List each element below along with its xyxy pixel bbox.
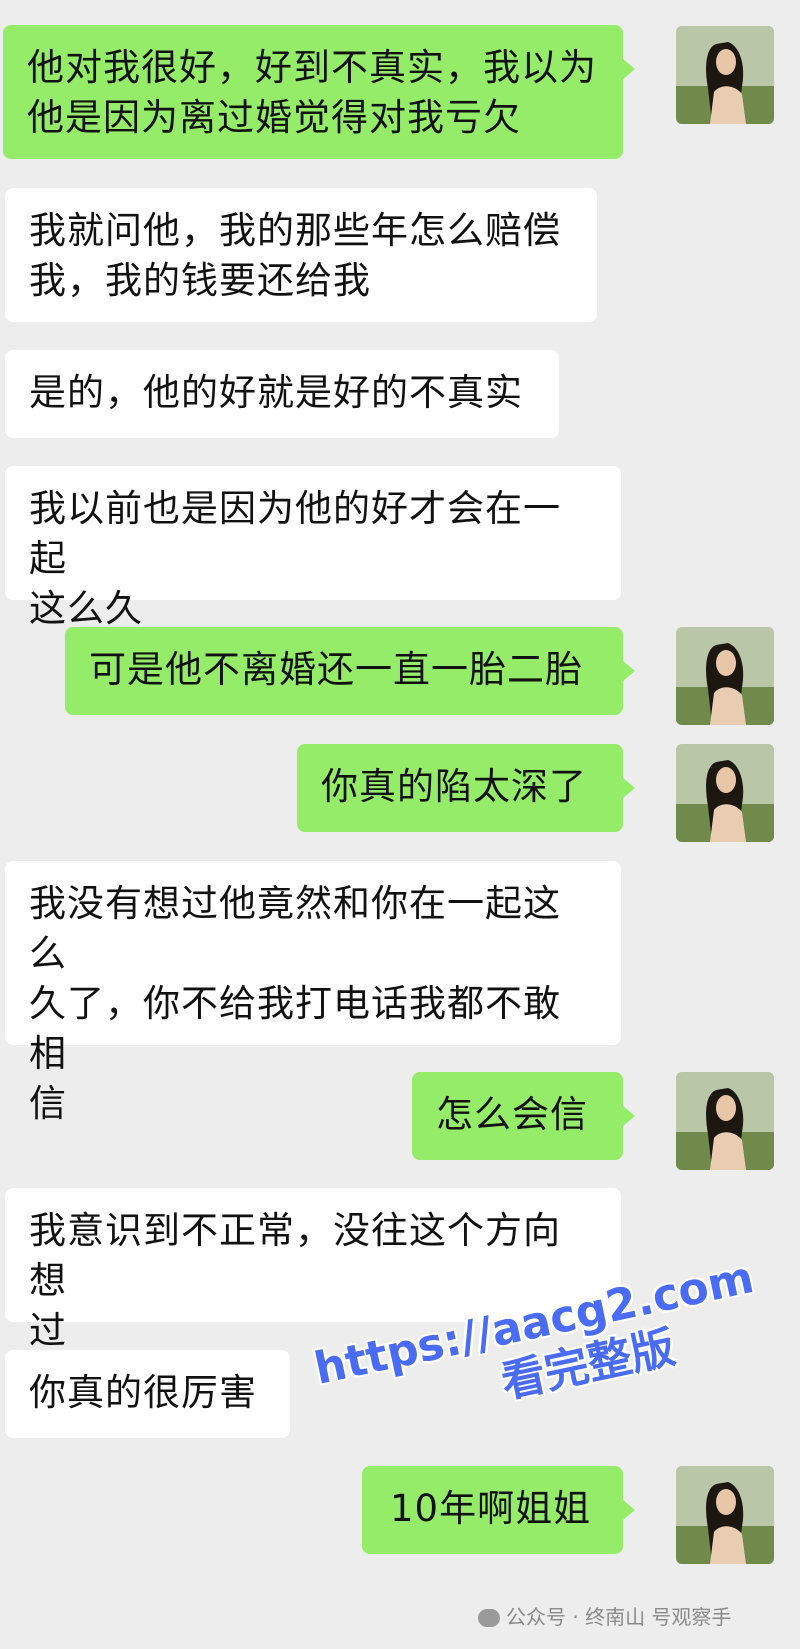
user-avatar[interactable] (676, 627, 774, 725)
user-avatar[interactable] (676, 1466, 774, 1564)
message-bubble-outgoing[interactable]: 10年啊姐姐 (362, 1466, 635, 1554)
wechat-icon (478, 1609, 500, 1627)
user-avatar[interactable] (676, 744, 774, 842)
avatar-portrait-icon (676, 1072, 774, 1170)
message-bubble-incoming[interactable]: 你真的很厉害 (5, 1350, 290, 1438)
message-bubble-incoming[interactable]: 我没有想过他竟然和你在一起这么 久了，你不给我打电话我都不敢相 信 (5, 861, 621, 1125)
message-bubble-outgoing[interactable]: 怎么会信 (412, 1072, 635, 1160)
user-avatar[interactable] (676, 1072, 774, 1170)
avatar-portrait-icon (676, 1466, 774, 1564)
message-bubble-outgoing[interactable]: 可是他不离婚还一直一胎二胎 (65, 627, 635, 715)
message-bubble-incoming[interactable]: 我就问他，我的那些年怎么赔偿 我，我的钱要还给我 (5, 188, 597, 322)
avatar-portrait-icon (676, 627, 774, 725)
message-bubble-incoming[interactable]: 我以前也是因为他的好才会在一起 这么久 (5, 466, 621, 630)
message-bubble-incoming[interactable]: 我意识到不正常，没往这个方向想 过 (5, 1188, 621, 1352)
message-bubble-incoming[interactable]: 是的，他的好就是好的不真实 (5, 350, 559, 438)
message-bubble-outgoing[interactable]: 他对我很好，好到不真实，我以为 他是因为离过婚觉得对我亏欠 (3, 25, 635, 159)
avatar-portrait-icon (676, 26, 774, 124)
footer-credit-text: 公众号 · 终南山 号观察手 (506, 1605, 732, 1629)
avatar-portrait-icon (676, 744, 774, 842)
user-avatar[interactable] (676, 26, 774, 124)
footer-credit: 公众号 · 终南山 号观察手 (478, 1601, 731, 1630)
message-bubble-outgoing[interactable]: 你真的陷太深了 (297, 744, 635, 832)
